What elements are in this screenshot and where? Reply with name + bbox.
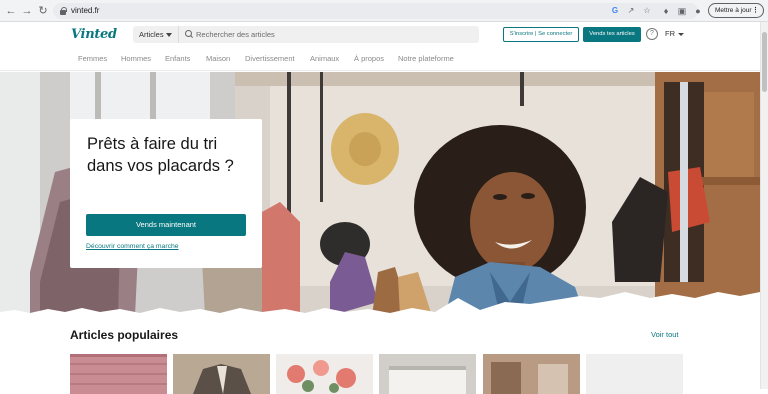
category-select[interactable]: Articles (133, 26, 179, 43)
item-card[interactable] (483, 354, 580, 394)
search-input[interactable] (196, 27, 466, 42)
item-photo (173, 354, 270, 394)
help-icon[interactable]: ? (646, 28, 658, 40)
item-photo (379, 354, 476, 394)
language-selector[interactable]: FR (665, 29, 675, 39)
item-photo (70, 354, 167, 394)
update-button[interactable]: Mettre à jour ⋮ (708, 3, 764, 18)
reload-icon[interactable]: ↻ (36, 4, 50, 18)
search-icon (185, 30, 193, 38)
signup-login-button[interactable]: S'inscrire | Se connecter (503, 27, 579, 42)
share-icon[interactable]: ↗ (626, 6, 636, 16)
item-photo (483, 354, 580, 394)
google-icon[interactable]: G (610, 6, 620, 16)
browser-toolbar: ← → ↻ vinted.fr G ↗ ☆ ♦ ▣ ● Mettre à jou… (0, 0, 768, 22)
address-bar[interactable]: vinted.fr G ↗ ☆ (53, 3, 698, 19)
page-scrollbar[interactable] (760, 22, 768, 389)
how-it-works-link[interactable]: Découvrir comment ça marche (86, 242, 179, 252)
category-select-label: Articles (139, 30, 164, 39)
back-icon[interactable]: ← (4, 4, 18, 18)
url-text[interactable]: vinted.fr (71, 5, 99, 17)
item-card[interactable] (276, 354, 373, 394)
category-nav: Femmes Hommes Enfants Maison Divertissem… (0, 47, 760, 71)
sidebar-icon[interactable]: ▣ (676, 5, 688, 17)
search-bar: Articles (133, 26, 479, 43)
sell-now-button[interactable]: Vends maintenant (86, 214, 246, 236)
star-icon[interactable]: ☆ (642, 6, 652, 16)
vinted-logo[interactable]: Vinted (71, 27, 117, 42)
nav-item-femmes[interactable]: Femmes (78, 54, 107, 64)
hero-card: Prêts à faire du tri dans vos placards ?… (70, 119, 262, 268)
language-chevron-icon (678, 33, 684, 36)
nav-item-animaux[interactable]: Animaux (310, 54, 339, 64)
popular-items-title: Articles populaires (70, 328, 179, 342)
hero-title: Prêts à faire du tri dans vos placards ? (87, 135, 234, 175)
menu-icon[interactable]: ⋮ (752, 4, 759, 17)
hero-banner: Prêts à faire du tri dans vos placards ?… (0, 72, 760, 316)
profile-icon[interactable]: ● (692, 5, 704, 17)
item-card[interactable] (379, 354, 476, 394)
nav-item-notre-plateforme[interactable]: Notre plateforme (398, 54, 454, 64)
scrollbar-thumb[interactable] (762, 32, 767, 92)
item-photo (276, 354, 373, 394)
nav-item-maison[interactable]: Maison (206, 54, 230, 64)
extensions-icon[interactable]: ♦ (660, 5, 672, 17)
chevron-down-icon (166, 33, 172, 37)
lock-icon[interactable] (60, 7, 67, 15)
nav-item-divertissement[interactable]: Divertissement (245, 54, 295, 64)
site-header: Vinted Articles S'inscrire | Se connecte… (0, 22, 760, 47)
see-all-link[interactable]: Voir tout (651, 330, 679, 340)
nav-item-a-propos[interactable]: À propos (354, 54, 384, 64)
nav-item-enfants[interactable]: Enfants (165, 54, 190, 64)
nav-item-hommes[interactable]: Hommes (121, 54, 151, 64)
forward-icon[interactable]: → (20, 4, 34, 18)
item-card[interactable] (173, 354, 270, 394)
item-card[interactable] (70, 354, 167, 394)
sell-items-button[interactable]: Vends tes articles (583, 27, 641, 42)
item-card[interactable] (586, 354, 683, 394)
update-label: Mettre à jour (715, 7, 752, 14)
